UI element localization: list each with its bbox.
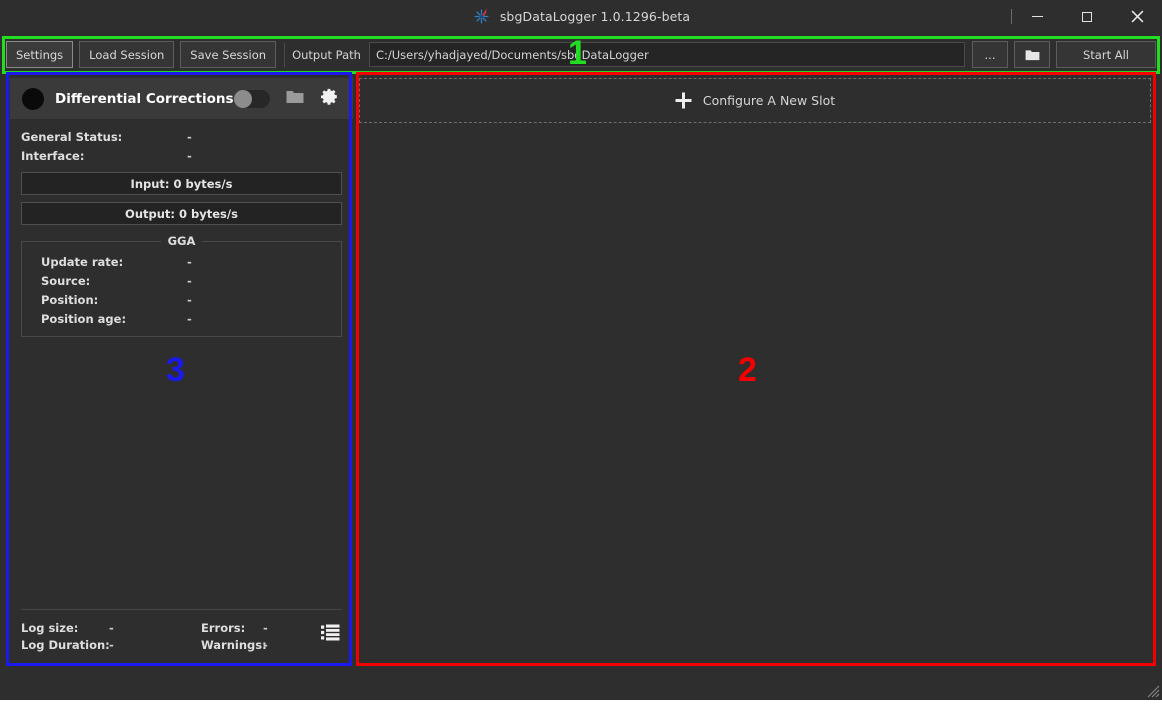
gga-update-rate-value: -: [187, 254, 192, 269]
errors-label: Errors:: [201, 621, 246, 635]
warnings-label: Warnings:: [201, 638, 267, 652]
log-duration-value: -: [109, 638, 114, 652]
log-size-label: Log size:: [21, 621, 79, 635]
gga-source-row: Source: -: [32, 271, 331, 290]
window-controls: [1011, 0, 1162, 33]
title-bar-center: sbgDataLogger 1.0.1296-beta: [0, 0, 1162, 33]
folder-icon: [1025, 49, 1039, 60]
differential-corrections-panel: Differential Corrections General Status:…: [10, 78, 353, 661]
errors-row: Errors: -: [201, 621, 301, 635]
close-icon: [1131, 10, 1143, 23]
log-list-icon: [321, 624, 340, 641]
status-led-icon: [22, 87, 44, 110]
footer-log-column: Log size: - Log Duration: -: [21, 621, 201, 652]
warnings-value: -: [263, 638, 268, 652]
gear-icon: [321, 88, 337, 105]
footer-diagnostics-column: Errors: - Warnings: -: [201, 621, 301, 652]
gga-position-row: Position: -: [32, 290, 331, 309]
log-size-row: Log size: -: [21, 621, 201, 635]
panel-folder-button[interactable]: [286, 89, 304, 108]
panel-footer: Log size: - Log Duration: - Errors: - Wa…: [21, 609, 342, 661]
log-size-value: -: [109, 621, 114, 635]
load-session-button[interactable]: Load Session: [79, 41, 175, 68]
gga-position-age-row: Position age: -: [32, 309, 331, 328]
log-duration-label: Log Duration:: [21, 638, 110, 652]
input-rate-bar: Input: 0 bytes/s: [21, 172, 342, 195]
gga-source-value: -: [187, 273, 192, 288]
warnings-row: Warnings: -: [201, 638, 301, 652]
gga-group-title: GGA: [160, 234, 203, 248]
general-status-value: -: [187, 129, 192, 144]
interface-value: -: [187, 148, 192, 163]
settings-button[interactable]: Settings: [6, 41, 74, 68]
gga-group: GGA Update rate: - Source: - Position: -…: [21, 234, 342, 337]
title-bar: sbgDataLogger 1.0.1296-beta: [0, 0, 1162, 33]
maximize-button[interactable]: [1062, 0, 1112, 33]
resize-grip-icon[interactable]: [1146, 684, 1160, 698]
gga-position-age-value: -: [187, 311, 192, 326]
general-status-row: General Status: -: [21, 127, 342, 146]
toolbar-divider: [284, 42, 286, 67]
minimize-icon: [1031, 16, 1043, 17]
open-log-list-button[interactable]: [321, 624, 340, 645]
open-output-folder-button[interactable]: [1014, 41, 1050, 68]
plus-icon: [675, 92, 692, 109]
gga-position-label: Position:: [41, 292, 99, 307]
folder-icon: [286, 91, 304, 103]
configure-new-slot-button[interactable]: Configure A New Slot: [359, 78, 1151, 123]
window-title: sbgDataLogger 1.0.1296-beta: [499, 9, 691, 24]
browse-ellipsis-button[interactable]: ...: [972, 41, 1008, 68]
errors-value: -: [263, 621, 268, 635]
panel-header: Differential Corrections: [10, 78, 353, 119]
toggle-knob: [234, 89, 252, 108]
general-status-label: General Status:: [21, 129, 123, 144]
sbg-starburst-logo-icon: [472, 7, 491, 26]
slots-panel: Configure A New Slot: [359, 78, 1151, 661]
gga-update-rate-label: Update rate:: [41, 254, 124, 269]
panel-settings-button[interactable]: [320, 87, 339, 110]
output-path-label: Output Path: [292, 47, 361, 62]
output-rate-bar: Output: 0 bytes/s: [21, 202, 342, 225]
start-all-button[interactable]: Start All: [1056, 41, 1156, 68]
panel-enable-toggle[interactable]: [234, 89, 270, 108]
configure-new-slot-label: Configure A New Slot: [702, 93, 836, 108]
log-duration-row: Log Duration: -: [21, 638, 201, 652]
maximize-icon: [1082, 11, 1092, 22]
gga-position-value: -: [187, 292, 192, 307]
interface-label: Interface:: [21, 148, 85, 163]
gga-position-age-label: Position age:: [41, 311, 127, 326]
main-toolbar: Settings Load Session Save Session Outpu…: [0, 36, 1162, 73]
gga-source-label: Source:: [41, 273, 91, 288]
panel-title: Differential Corrections: [55, 90, 234, 107]
interface-row: Interface: -: [21, 146, 342, 165]
minimize-button[interactable]: [1012, 0, 1062, 33]
output-path-input[interactable]: C:/Users/yhadjayed/Documents/sbgDataLogg…: [368, 42, 965, 67]
application-window: sbgDataLogger 1.0.1296-beta Settings Loa…: [0, 0, 1162, 700]
gga-update-rate-row: Update rate: -: [32, 252, 331, 271]
panel-body: General Status: - Interface: - Input: 0 …: [10, 119, 353, 609]
close-button[interactable]: [1112, 0, 1162, 33]
save-session-button[interactable]: Save Session: [180, 41, 277, 68]
